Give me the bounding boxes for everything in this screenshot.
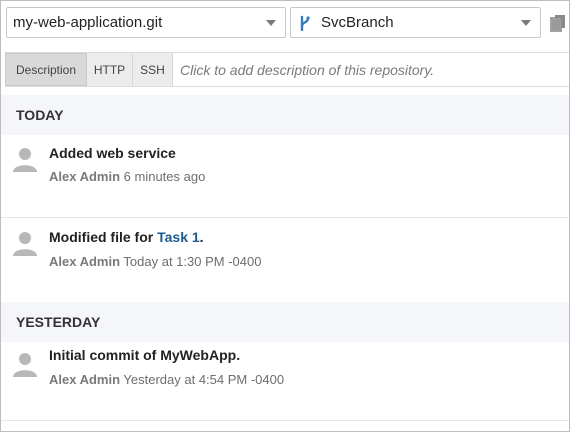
entry-title: Initial commit of MyWebApp. [49,347,241,363]
entry-title-suffix: . [199,229,204,245]
entry-meta: Alex Admin Today at 1:30 PM -0400 [49,254,261,269]
repository-select[interactable]: my-web-application.git [6,7,286,38]
repository-description-field[interactable]: Click to add description of this reposit… [173,53,569,86]
entry-meta: Alex Admin Yesterday at 4:54 PM -0400 [49,372,284,387]
user-avatar-icon [13,148,37,172]
tab-description[interactable]: Description [5,53,87,86]
chevron-down-icon[interactable] [521,20,531,26]
entry-title: Modified file for Task 1. [49,229,204,245]
entry-time: 6 minutes ago [123,169,206,184]
repository-panel: my-web-application.git SvcBranch Descrip… [0,0,570,432]
entry-author: Alex Admin [49,372,121,387]
group-header-today: TODAY [1,95,569,135]
entry-time: Yesterday at 4:54 PM -0400 [123,372,285,387]
entry-author: Alex Admin [49,169,121,184]
clone-tabs-row: Description HTTP SSH Click to add descri… [5,52,569,87]
activity-entry: Added web service Alex Admin 6 minutes a… [1,135,569,217]
entry-title: Added web service [49,145,176,161]
branch-select[interactable]: SvcBranch [290,7,541,38]
repository-toolbar: my-web-application.git SvcBranch [1,1,569,47]
task-link[interactable]: Task 1 [157,229,200,245]
branch-select-value: SvcBranch [321,14,394,31]
user-avatar-icon [13,232,37,256]
entry-time: Today at 1:30 PM -0400 [123,254,262,269]
divider [1,420,569,421]
tab-http[interactable]: HTTP [87,53,133,86]
entry-title-text: Modified file for [49,229,158,245]
group-header-yesterday: YESTERDAY [1,302,569,342]
git-branch-icon [300,15,310,31]
chevron-down-icon[interactable] [266,20,276,26]
tab-ssh[interactable]: SSH [133,53,173,86]
entry-author: Alex Admin [49,254,121,269]
repository-select-value: my-web-application.git [13,14,163,31]
activity-entry: Modified file for Task 1. Alex Admin Tod… [1,218,569,302]
entry-meta: Alex Admin 6 minutes ago [49,169,205,184]
copy-icon[interactable] [550,14,566,32]
user-avatar-icon [13,353,37,377]
activity-entry: Initial commit of MyWebApp. Alex Admin Y… [1,342,569,420]
